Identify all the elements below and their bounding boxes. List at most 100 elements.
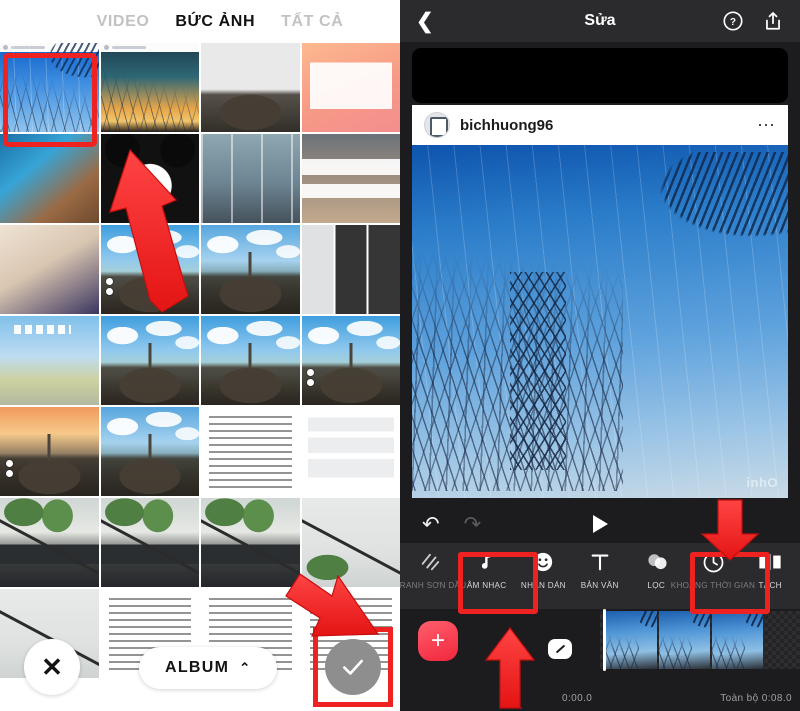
photo-cell-16[interactable] <box>301 316 401 405</box>
photo-cell-10[interactable] <box>100 225 200 314</box>
picker-tab-bar: VIDEO BỨC ẢNH TẤT CẢ <box>0 0 400 43</box>
photo-cell-9[interactable] <box>0 225 99 314</box>
tool-duration[interactable]: KHOẢNG THỜI GIAN <box>671 549 755 590</box>
roof-overlay <box>201 498 300 587</box>
photo-cell-6[interactable] <box>100 134 199 223</box>
photo-cell-21[interactable] <box>0 498 99 587</box>
chevron-up-icon: ⌃ <box>239 660 252 675</box>
slider-knob <box>106 277 114 285</box>
roof-overlay <box>0 498 99 587</box>
photo-cell-23[interactable] <box>201 498 300 587</box>
picker-bottom-bar: ✕ ALBUM ⌃ <box>0 627 400 707</box>
share-upload-icon[interactable] <box>762 10 784 32</box>
undo-arrow-icon[interactable]: ↶ <box>422 512 440 537</box>
question-circle-icon[interactable]: ? <box>722 10 744 32</box>
photo-cell-24[interactable] <box>301 498 401 587</box>
clip-track[interactable] <box>600 609 800 671</box>
tool-music[interactable]: ÂM NHẠC <box>459 549 516 590</box>
photo-cell-2[interactable] <box>100 43 199 132</box>
checkmark-icon <box>343 659 363 675</box>
video-preview-area[interactable]: bichhuong96 ⋯ inhO <box>400 42 800 505</box>
tab-video[interactable]: VIDEO <box>97 13 150 31</box>
timeline-clip[interactable] <box>712 611 763 669</box>
cloud-overlay <box>301 316 400 405</box>
clip-tree <box>606 627 639 669</box>
spire-overlay <box>0 407 99 496</box>
leaf-overlay <box>100 498 199 587</box>
cloud-overlay <box>100 316 199 405</box>
leaf-overlay <box>201 498 300 587</box>
church-silhouette <box>201 43 300 132</box>
photo-cell-5[interactable] <box>0 134 99 223</box>
filter-circles-icon <box>645 549 669 575</box>
photo-cell-11[interactable] <box>201 225 300 314</box>
tool-label: ÂM NHẠC <box>467 580 507 590</box>
transition-slash-icon <box>555 644 565 654</box>
confirm-button[interactable] <box>325 639 381 695</box>
post-username: bichhuong96 <box>460 116 554 134</box>
photo-cell-13[interactable] <box>0 316 99 405</box>
cell-header-bar <box>100 43 199 52</box>
ellipsis-icon: ⋯ <box>757 114 776 135</box>
branch-overlay <box>0 498 99 587</box>
photo-cell-12[interactable] <box>301 225 400 314</box>
slider-knob <box>106 288 114 296</box>
spire-overlay <box>101 407 200 496</box>
back-button[interactable]: ❮ <box>416 11 434 32</box>
tool-label: BẢN VĂN <box>581 580 619 590</box>
castle-overlay <box>100 316 199 405</box>
playhead[interactable] <box>603 609 606 671</box>
photo-grid[interactable] <box>0 43 400 711</box>
branch-overlay <box>201 498 300 587</box>
photo-cell-18[interactable] <box>100 407 200 496</box>
close-button[interactable]: ✕ <box>24 639 80 695</box>
tab-photos[interactable]: BỨC ẢNH <box>175 13 255 31</box>
photo-cell-8[interactable] <box>301 134 400 223</box>
redo-arrow-icon[interactable]: ↷ <box>464 512 482 537</box>
photo-cell-3[interactable] <box>201 43 300 132</box>
pylon-layer <box>509 272 567 470</box>
header-actions: ? <box>722 10 784 32</box>
photo-cell-14[interactable] <box>100 316 199 405</box>
spire-overlay <box>201 316 300 405</box>
music-note-icon <box>476 549 498 575</box>
tool-label: LỌC <box>647 580 666 590</box>
cloud-overlay <box>201 316 300 405</box>
photo-cell-17[interactable] <box>0 407 99 496</box>
tool-text[interactable]: BẢN VĂN <box>572 549 629 590</box>
frond-overlay <box>0 43 99 132</box>
picnic-title-overlay <box>0 316 99 405</box>
album-selector-button[interactable]: ALBUM ⌃ <box>139 647 278 689</box>
leaf-overlay <box>0 498 99 587</box>
timeline-clip[interactable] <box>606 611 657 669</box>
tool-oil-paint[interactable]: TRANH SƠN DẦU <box>400 549 466 590</box>
photo-cell-20[interactable] <box>301 407 400 496</box>
photo-cell-19[interactable] <box>201 407 300 496</box>
photo-cell-4[interactable] <box>301 43 400 132</box>
text-lines-overlay <box>209 416 292 490</box>
tab-all[interactable]: TẤT CẢ <box>281 13 343 31</box>
timeline-clip[interactable] <box>659 611 710 669</box>
transition-button[interactable] <box>548 639 572 659</box>
photo-cell-22[interactable] <box>100 498 200 587</box>
post-header: bichhuong96 ⋯ <box>412 105 788 145</box>
timeline-area[interactable]: + 0:00.0 Toàn bộ 0:08.0 <box>400 609 800 710</box>
spire-overlay <box>302 316 401 405</box>
branch-overlay <box>101 498 200 587</box>
play-triangle-icon[interactable] <box>592 515 608 533</box>
video-editor-panel: ❮ Sửa ? bichhuong96 ⋯ inhO ↶ ↷ TRANH SƠN… <box>400 0 800 711</box>
photo-cell-1[interactable] <box>0 43 99 132</box>
spire-overlay <box>101 225 200 314</box>
tool-sticker[interactable]: NHÃN DÁN <box>515 549 572 590</box>
slider-knob <box>5 459 13 467</box>
photo-cell-15[interactable] <box>201 316 300 405</box>
tool-label: NHÃN DÁN <box>520 580 566 590</box>
cloud-overlay <box>100 407 199 496</box>
branch-overlay <box>302 498 401 587</box>
thumbnail-sheet-overlay <box>301 225 400 314</box>
add-clip-button[interactable]: + <box>418 621 458 661</box>
photo-cell-7[interactable] <box>201 134 300 223</box>
text-t-icon <box>589 549 611 575</box>
tool-label: KHOẢNG THỜI GIAN <box>670 580 756 590</box>
castle-overlay <box>301 316 400 405</box>
